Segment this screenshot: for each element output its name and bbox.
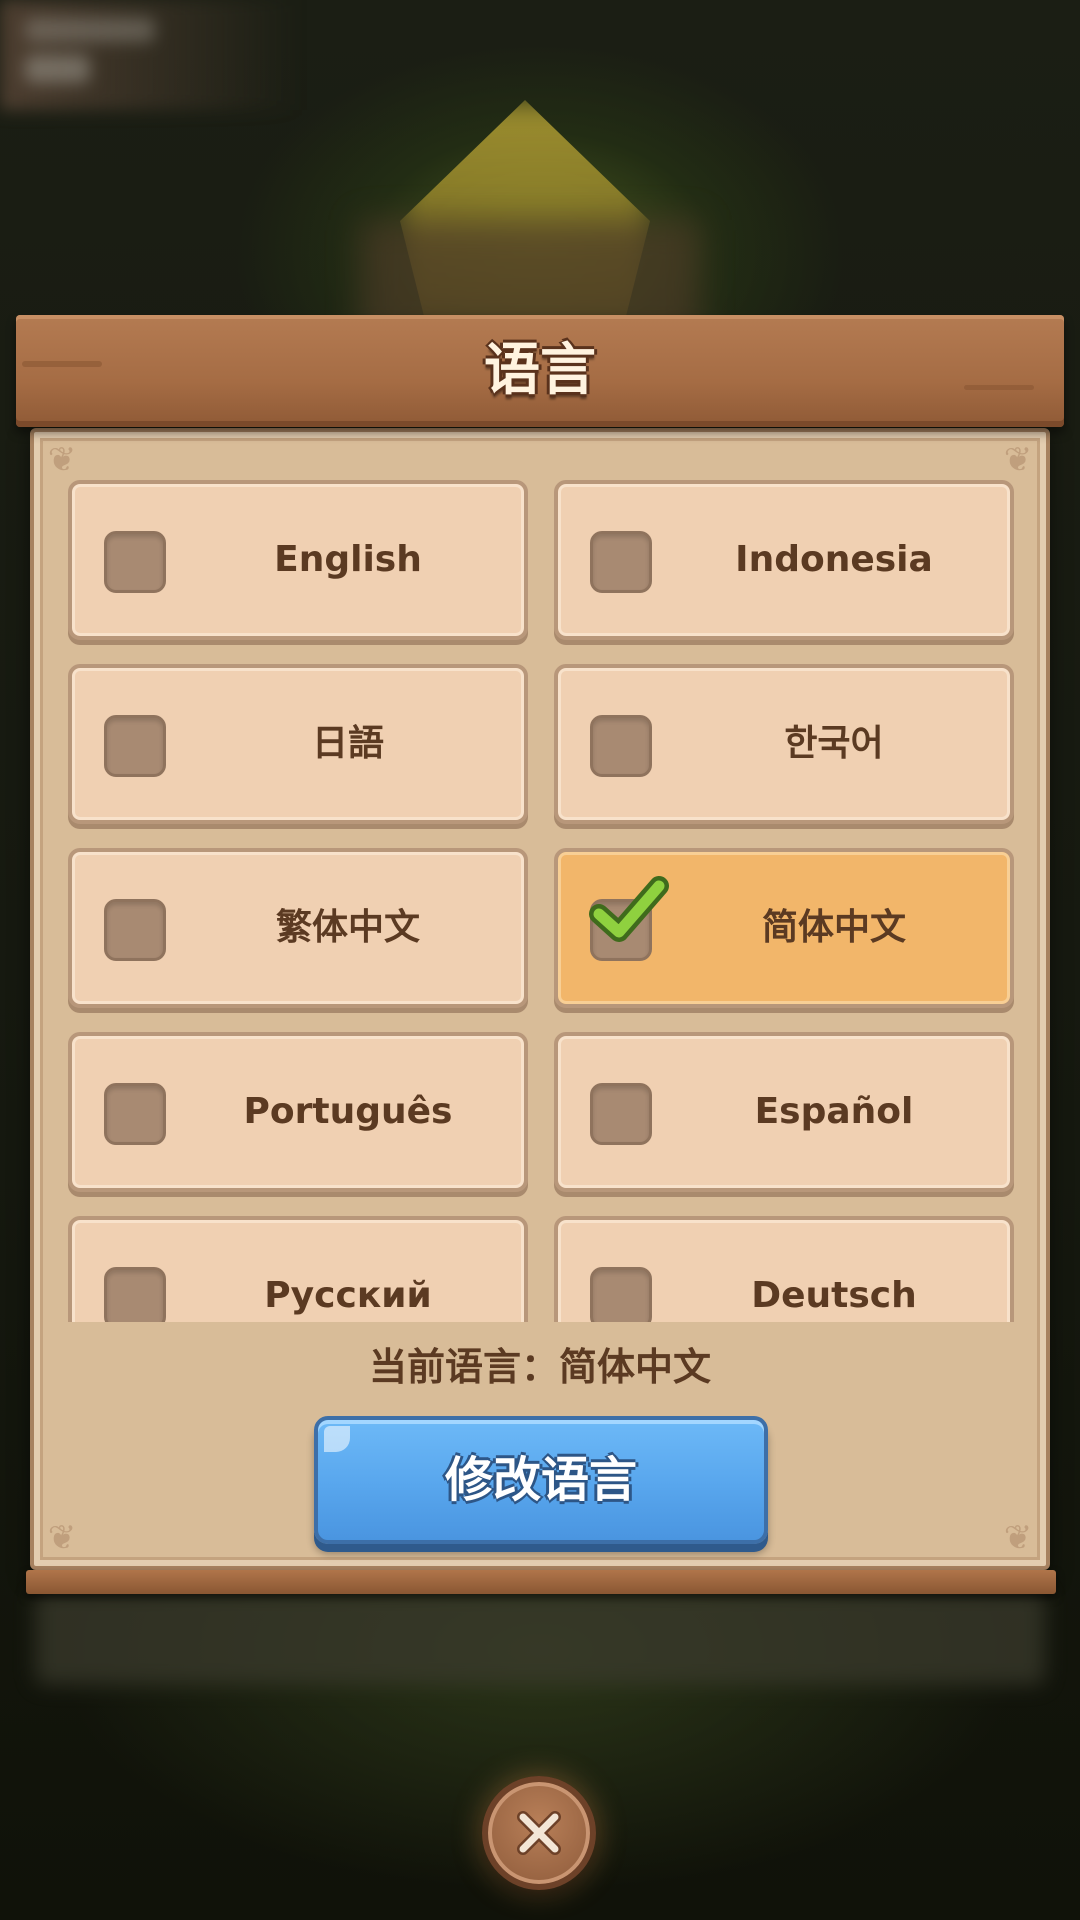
corner-ornament-icon: ❦ — [1003, 440, 1033, 480]
panel-bottom-plank — [26, 1570, 1056, 1594]
language-label: Português — [243, 1091, 453, 1132]
close-button[interactable] — [482, 1776, 596, 1890]
language-label: Indonesia — [735, 539, 933, 580]
corner-ornament-icon: ❦ — [47, 440, 77, 480]
change-language-button[interactable]: 修改语言 — [314, 1416, 768, 1544]
checkbox[interactable] — [590, 715, 652, 777]
corner-ornament-icon: ❦ — [1003, 1518, 1033, 1558]
language-list[interactable]: English Indonesia 日語 한국어 繁体中文 简体中文 Português Es… — [68, 480, 1018, 1322]
language-label: Deutsch — [751, 1275, 917, 1316]
close-icon — [517, 1811, 561, 1855]
language-option[interactable]: Русский — [68, 1216, 528, 1322]
language-option[interactable]: Deutsch — [554, 1216, 1014, 1322]
language-label: English — [274, 539, 422, 580]
language-option[interactable]: 繁体中文 — [68, 848, 528, 1008]
language-label: Русский — [264, 1275, 432, 1316]
language-option[interactable]: 한국어 — [554, 664, 1014, 824]
language-option[interactable]: Português — [68, 1032, 528, 1192]
language-option[interactable]: Indonesia — [554, 480, 1014, 640]
language-label: Español — [754, 1091, 914, 1132]
checkbox[interactable] — [104, 531, 166, 593]
language-option[interactable]: 日語 — [68, 664, 528, 824]
change-language-label: 修改语言 — [444, 1452, 637, 1508]
checkmark-icon — [589, 876, 669, 942]
current-language-text: 当前语言：简体中文 — [368, 1345, 711, 1389]
corner-ornament-icon: ❦ — [47, 1518, 77, 1558]
checkbox[interactable] — [104, 899, 166, 961]
language-label: 한국어 — [784, 723, 884, 764]
background-bar-blur — [35, 1590, 1045, 1685]
language-label: 繁体中文 — [275, 907, 420, 948]
checkbox[interactable] — [104, 715, 166, 777]
checkbox[interactable] — [590, 531, 652, 593]
checkbox[interactable] — [104, 1083, 166, 1145]
checkbox[interactable] — [590, 1083, 652, 1145]
dialog-title: 语言 — [484, 338, 596, 403]
background-hud-blur — [0, 0, 300, 110]
checkbox[interactable] — [589, 876, 669, 961]
language-label: 简体中文 — [761, 907, 906, 948]
language-label: 日語 — [311, 723, 384, 764]
language-option[interactable]: 简体中文 — [554, 848, 1014, 1008]
checkbox[interactable] — [590, 1267, 652, 1322]
language-option[interactable]: Español — [554, 1032, 1014, 1192]
checkbox[interactable] — [104, 1267, 166, 1322]
language-option[interactable]: English — [68, 480, 528, 640]
